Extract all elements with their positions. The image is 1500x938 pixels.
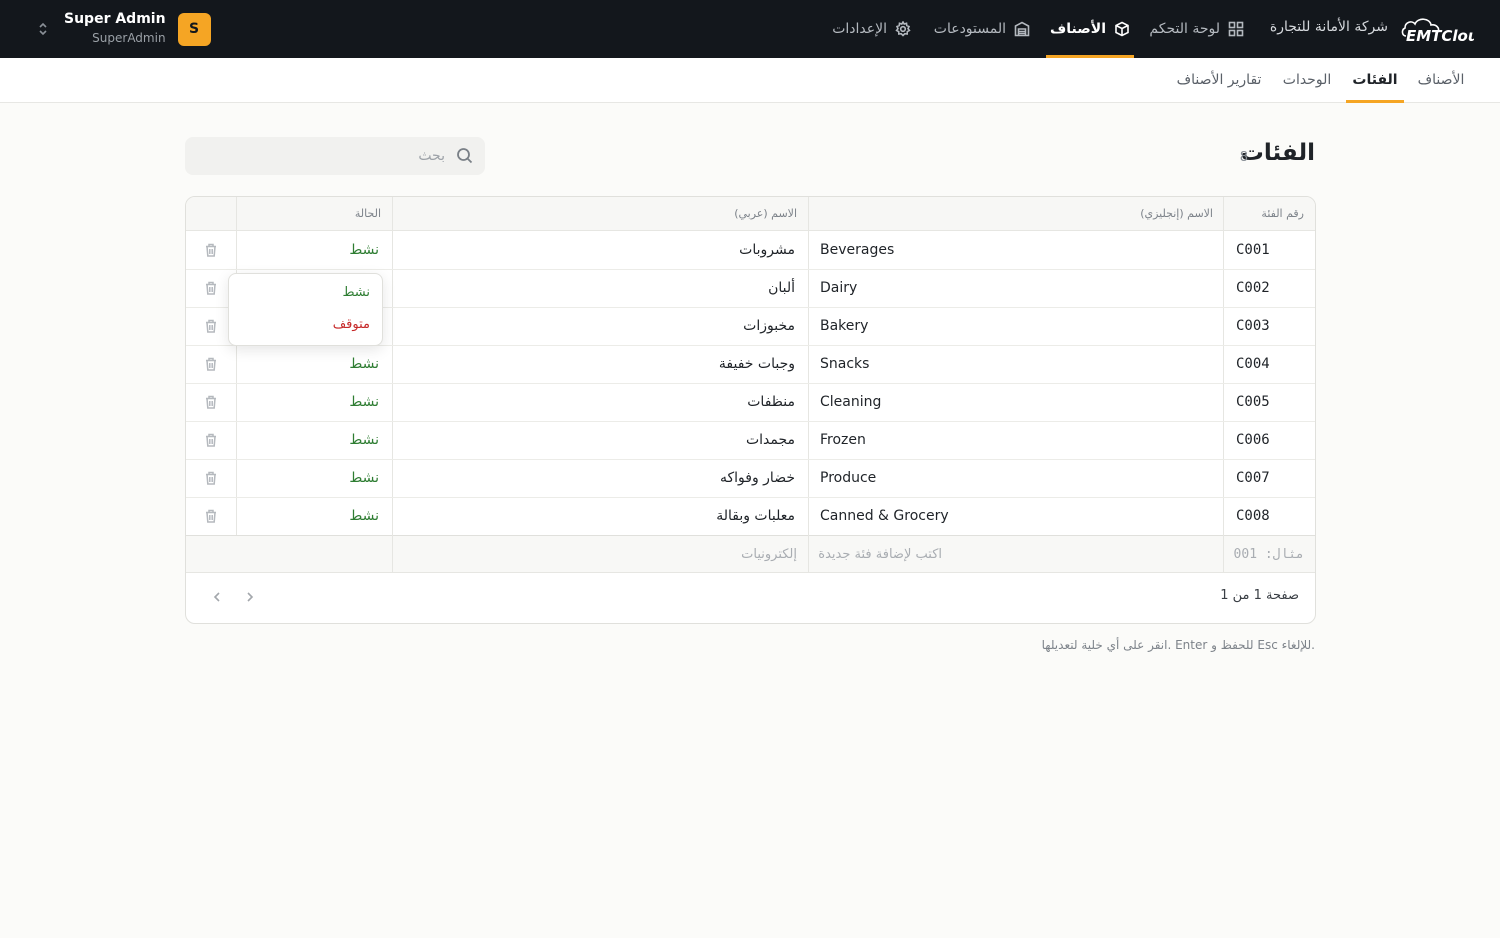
nav-settings-label: الإعدادات [832, 21, 887, 37]
table-header: رقم الفئة الاسم (إنجليزي) الاسم (عربي) ا… [186, 197, 1315, 231]
status-option-active[interactable]: نشط [342, 285, 370, 300]
trash-icon[interactable] [204, 433, 218, 447]
cell-name-en[interactable]: Dairy [820, 269, 857, 307]
emtcloud-logo[interactable]: EMTCloud [1400, 14, 1474, 44]
new-name-en-placeholder[interactable]: اكتب لإضافة فئة جديدة [818, 536, 942, 574]
new-code-placeholder[interactable]: مثال: 001 [1234, 536, 1304, 574]
column-divider [808, 197, 809, 573]
trash-icon[interactable] [204, 243, 218, 257]
gear-icon [895, 21, 911, 37]
categories-table: رقم الفئة الاسم (إنجليزي) الاسم (عربي) ا… [185, 196, 1316, 624]
grid-icon [1228, 21, 1244, 37]
nav-warehouses[interactable]: المستودعات [930, 0, 1034, 58]
cell-code[interactable]: C003 [1236, 307, 1270, 345]
nav-settings[interactable]: الإعدادات [828, 0, 915, 58]
cell-name-ar[interactable]: ألبان [768, 269, 795, 307]
box-icon [1115, 21, 1129, 37]
user-role: SuperAdmin [92, 31, 166, 45]
column-divider [392, 535, 393, 573]
warehouse-icon [1014, 21, 1030, 37]
search-box [185, 137, 485, 175]
column-divider [808, 535, 809, 573]
tab-units[interactable]: الوحدات [1274, 58, 1340, 102]
cell-name-en[interactable]: Cleaning [820, 383, 881, 421]
cell-name-ar[interactable]: مجمدات [746, 421, 795, 459]
cell-code[interactable]: C006 [1236, 421, 1270, 459]
chevron-left-icon[interactable] [210, 590, 224, 604]
page-count: 8 [1239, 150, 1248, 165]
header-name-en: الاسم (إنجليزي) [1140, 207, 1213, 220]
cell-name-en[interactable]: Frozen [820, 421, 866, 459]
cell-name-en[interactable]: Beverages [820, 231, 894, 269]
tab-categories[interactable]: الفئات [1346, 58, 1404, 103]
cell-code[interactable]: C005 [1236, 383, 1270, 421]
cell-code[interactable]: C004 [1236, 345, 1270, 383]
cell-name-en[interactable]: Bakery [820, 307, 868, 345]
top-bar: EMTCloud شركة الأمانة للتجارة لوحة التحك… [0, 0, 1500, 58]
trash-icon[interactable] [204, 509, 218, 523]
cell-name-en[interactable]: Produce [820, 459, 876, 497]
cell-name-ar[interactable]: خضار وفواكه [720, 459, 795, 497]
header-code: رقم الفئة [1261, 207, 1304, 220]
column-divider [236, 197, 237, 573]
cell-name-ar[interactable]: منظفات [747, 383, 795, 421]
trash-icon[interactable] [204, 357, 218, 371]
trash-icon[interactable] [204, 395, 218, 409]
chevron-right-icon[interactable] [243, 590, 257, 604]
cell-status[interactable]: نشط [349, 459, 379, 497]
column-divider [1223, 197, 1224, 573]
edit-hint: انقر على أي خلية لتعديلها. Enter للحفظ و… [1041, 638, 1315, 652]
header-status: الحالة [354, 207, 381, 220]
cell-code[interactable]: C001 [1236, 231, 1270, 269]
tab-item-reports[interactable]: تقارير الأصناف [1172, 58, 1266, 102]
new-name-ar-placeholder[interactable]: إلكترونيات [741, 536, 797, 574]
new-category-row[interactable]: مثال: 001 اكتب لإضافة فئة جديدة إلكتروني… [186, 535, 1315, 574]
nav-items[interactable]: الأصناف [1046, 0, 1134, 58]
pagination-label: صفحة 1 من 1 [1220, 588, 1299, 603]
cell-name-en[interactable]: Canned & Grocery [820, 497, 949, 535]
cell-code[interactable]: C002 [1236, 269, 1270, 307]
trash-icon[interactable] [204, 319, 218, 333]
trash-icon[interactable] [204, 281, 218, 295]
column-divider [392, 197, 393, 573]
column-divider [1223, 535, 1224, 573]
nav-dashboard-label: لوحة التحكم [1149, 21, 1220, 37]
cell-name-ar[interactable]: معلبات وبقالة [716, 497, 795, 535]
cell-status[interactable]: نشط [349, 345, 379, 383]
cell-code[interactable]: C008 [1236, 497, 1270, 535]
tab-items[interactable]: الأصناف [1406, 58, 1476, 102]
user-names: Super Admin SuperAdmin [64, 10, 166, 48]
cell-status[interactable]: نشط [349, 383, 379, 421]
row-divider [186, 269, 1315, 270]
cell-name-ar[interactable]: وجبات خفيفة [719, 345, 795, 383]
status-dropdown: نشط متوقف [228, 273, 383, 346]
svg-text:EMTCloud: EMTCloud [1406, 27, 1474, 44]
cell-name-ar[interactable]: مشروبات [739, 231, 795, 269]
header-name-ar: الاسم (عربي) [734, 207, 797, 220]
chevron-up-down-icon [39, 22, 47, 36]
cell-status[interactable]: نشط [349, 497, 379, 535]
user-name: Super Admin [64, 11, 166, 27]
cell-name-en[interactable]: Snacks [820, 345, 869, 383]
status-option-stopped[interactable]: متوقف [333, 317, 370, 332]
search-input[interactable] [195, 137, 445, 175]
nav-items-label: الأصناف [1050, 21, 1106, 37]
cell-code[interactable]: C007 [1236, 459, 1270, 497]
nav-warehouses-label: المستودعات [933, 21, 1006, 37]
company-name: شركة الأمانة للتجارة [1269, 19, 1388, 35]
sub-tabs: الأصناف الفئات الوحدات تقارير الأصناف [0, 58, 1500, 103]
nav-dashboard[interactable]: لوحة التحكم [1145, 0, 1248, 58]
user-menu[interactable]: Super Admin SuperAdmin S [36, 0, 211, 58]
search-icon [457, 148, 473, 164]
cell-status[interactable]: نشط [349, 231, 379, 269]
cell-status[interactable]: نشط [349, 421, 379, 459]
cell-name-ar[interactable]: مخبوزات [743, 307, 795, 345]
trash-icon[interactable] [204, 471, 218, 485]
avatar: S [177, 12, 211, 46]
page-title: الفئات [1240, 140, 1315, 166]
